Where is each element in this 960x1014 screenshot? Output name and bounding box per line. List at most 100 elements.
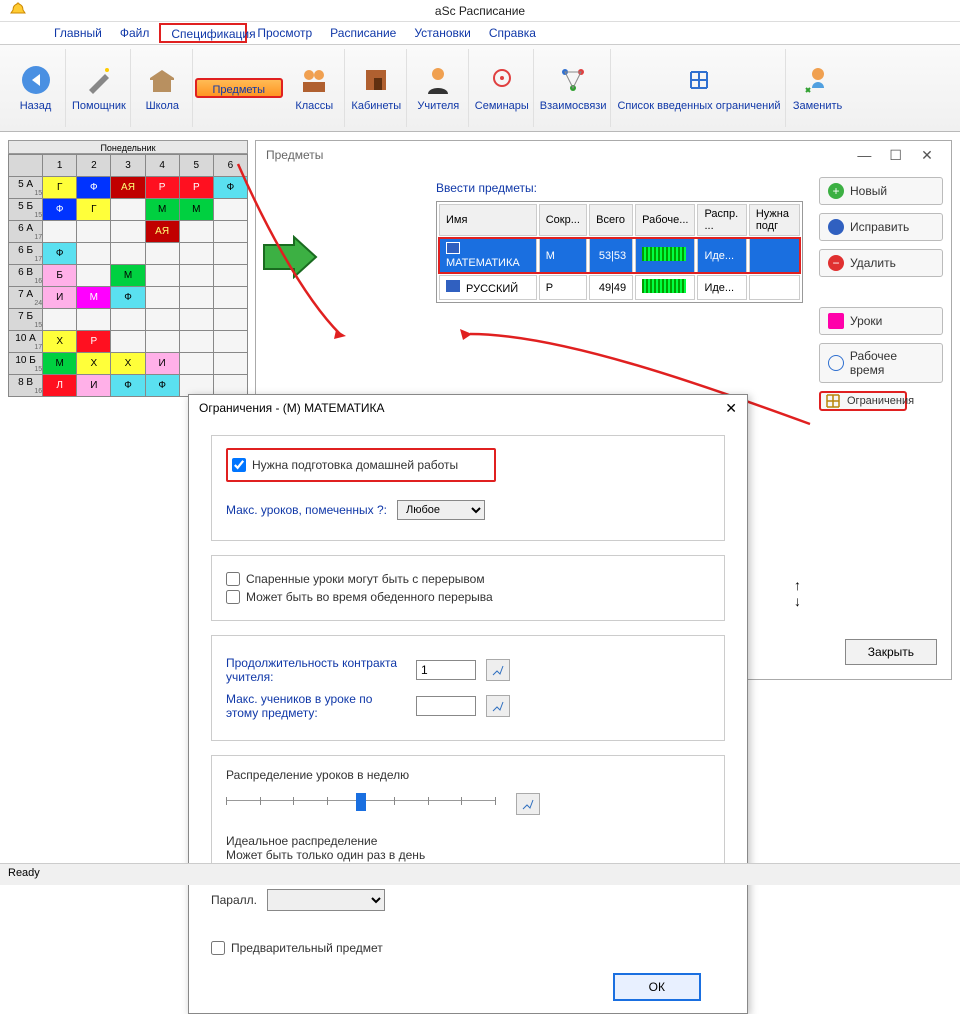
timetable-row-header[interactable]: 6 А17 — [9, 221, 43, 243]
timetable-row-header[interactable]: 6 В16 — [9, 265, 43, 287]
subject-row-russian[interactable]: РУССКИЙ Р 49|49 Иде... — [439, 275, 800, 300]
timetable-cell[interactable]: Ф — [77, 177, 111, 199]
timetable-cell[interactable] — [213, 199, 247, 221]
timetable-cell[interactable]: Р — [145, 177, 179, 199]
timetable-cell[interactable] — [77, 243, 111, 265]
timetable-cell[interactable] — [111, 331, 145, 353]
timetable-cell[interactable] — [111, 221, 145, 243]
edit-button[interactable]: Исправить — [819, 213, 943, 241]
timetable-cell[interactable] — [213, 353, 247, 375]
timetable-cell[interactable]: М — [179, 199, 213, 221]
timetable-cell[interactable]: Х — [43, 331, 77, 353]
subjects-table[interactable]: Имя Сокр... Всего Рабоче... Распр. ... Н… — [436, 201, 803, 303]
menu-file[interactable]: Файл — [120, 26, 150, 40]
ribbon-back[interactable]: Назад — [6, 49, 66, 127]
timetable-cell[interactable] — [213, 265, 247, 287]
max-pupils-input[interactable] — [416, 696, 476, 716]
pre-subject-checkbox[interactable]: Предварительный предмет — [211, 941, 725, 955]
timetable-cell[interactable] — [213, 287, 247, 309]
timetable-cell[interactable]: Ф — [145, 375, 179, 397]
timetable-cell[interactable] — [179, 331, 213, 353]
timetable-cell[interactable] — [111, 243, 145, 265]
close-icon[interactable]: ✕ — [913, 147, 941, 164]
timetable-cell[interactable] — [43, 309, 77, 331]
timetable-cell[interactable] — [179, 287, 213, 309]
timetable-cell[interactable] — [111, 309, 145, 331]
max-question-select[interactable]: Любое — [397, 500, 485, 520]
timetable-cell[interactable]: М — [77, 287, 111, 309]
timetable-row-header[interactable]: 5 А15 — [9, 177, 43, 199]
menu-main[interactable]: Главный — [54, 26, 102, 40]
maximize-icon[interactable]: ☐ — [882, 147, 910, 164]
timetable-cell[interactable] — [111, 199, 145, 221]
homework-checkbox[interactable]: Нужна подготовка домашней работы — [232, 458, 458, 472]
ribbon-classes[interactable]: Классы — [285, 49, 345, 127]
menu-settings[interactable]: Установки — [414, 26, 470, 40]
menu-spec[interactable]: Спецификация — [159, 23, 247, 43]
max-pupils-tool-icon[interactable] — [486, 695, 510, 717]
minimize-icon[interactable]: — — [850, 147, 878, 163]
subjects-close-button[interactable]: Закрыть — [845, 639, 937, 665]
timetable-cell[interactable]: М — [43, 353, 77, 375]
menu-schedule[interactable]: Расписание — [330, 26, 396, 40]
timetable-cell[interactable]: АЯ — [111, 177, 145, 199]
menu-help[interactable]: Справка — [489, 26, 536, 40]
timetable-cell[interactable] — [77, 265, 111, 287]
distribution-slider[interactable] — [226, 800, 496, 820]
timetable-cell[interactable]: Б — [43, 265, 77, 287]
timetable-cell[interactable]: И — [145, 353, 179, 375]
timetable-cell[interactable]: И — [43, 287, 77, 309]
timetable-cell[interactable]: Р — [179, 177, 213, 199]
contract-tool-icon[interactable] — [486, 659, 510, 681]
timetable-cell[interactable] — [145, 243, 179, 265]
ribbon-relations[interactable]: Взаимосвязи — [536, 49, 612, 127]
ribbon-rooms[interactable]: Кабинеты — [347, 49, 407, 127]
timetable-cell[interactable] — [179, 221, 213, 243]
ribbon-wizard[interactable]: Помощник — [68, 49, 131, 127]
timetable-cell[interactable]: Ф — [213, 177, 247, 199]
timetable-cell[interactable] — [213, 221, 247, 243]
timetable-cell[interactable] — [213, 243, 247, 265]
timetable-row-header[interactable]: 10 Б15 — [9, 353, 43, 375]
timetable-cell[interactable] — [179, 353, 213, 375]
dialog-close-icon[interactable]: ✕ — [725, 400, 737, 417]
timetable-cell[interactable] — [213, 331, 247, 353]
timetable-cell[interactable] — [145, 265, 179, 287]
timetable-cell[interactable]: Ф — [111, 287, 145, 309]
timetable-cell[interactable]: Х — [77, 353, 111, 375]
timetable-cell[interactable] — [43, 221, 77, 243]
timetable-cell[interactable] — [213, 309, 247, 331]
ok-button[interactable]: ОК — [613, 973, 701, 1001]
ribbon-teachers[interactable]: Учителя — [409, 49, 469, 127]
timetable-row-header[interactable]: 6 Б17 — [9, 243, 43, 265]
ribbon-constraints-list[interactable]: Список введенных ограничений — [613, 49, 785, 127]
ribbon-replace[interactable]: Заменить — [788, 49, 848, 127]
constraints-button[interactable]: Ограничения — [819, 391, 907, 411]
delete-button[interactable]: −Удалить — [819, 249, 943, 277]
timetable-cell[interactable]: Ф — [43, 199, 77, 221]
new-button[interactable]: +Новый — [819, 177, 943, 205]
timetable-row-header[interactable]: 7 А24 — [9, 287, 43, 309]
timetable-row-header[interactable]: 8 В16 — [9, 375, 43, 397]
lunch-checkbox[interactable]: Может быть во время обеденного перерыва — [226, 590, 710, 604]
timetable-cell[interactable] — [77, 309, 111, 331]
ribbon-school[interactable]: Школа — [133, 49, 193, 127]
timetable-cell[interactable] — [145, 331, 179, 353]
timetable-cell[interactable]: Ф — [111, 375, 145, 397]
scroll-arrows[interactable]: ↑↓ — [794, 577, 801, 609]
contract-input[interactable] — [416, 660, 476, 680]
timetable-cell[interactable] — [179, 265, 213, 287]
distribution-tool-icon[interactable] — [516, 793, 540, 815]
timetable-cell[interactable]: АЯ — [145, 221, 179, 243]
timetable-cell[interactable] — [145, 287, 179, 309]
timetable-cell[interactable] — [179, 309, 213, 331]
ribbon-subjects[interactable]: Предметы — [195, 78, 283, 98]
timetable-cell[interactable] — [179, 243, 213, 265]
timetable-cell[interactable] — [145, 309, 179, 331]
worktime-button[interactable]: Рабочее время — [819, 343, 943, 383]
timetable-cell[interactable]: Л — [43, 375, 77, 397]
timetable-row-header[interactable]: 10 А17 — [9, 331, 43, 353]
ribbon-seminars[interactable]: Семинары — [471, 49, 534, 127]
menu-view[interactable]: Просмотр — [257, 26, 312, 40]
timetable-cell[interactable]: Г — [43, 177, 77, 199]
